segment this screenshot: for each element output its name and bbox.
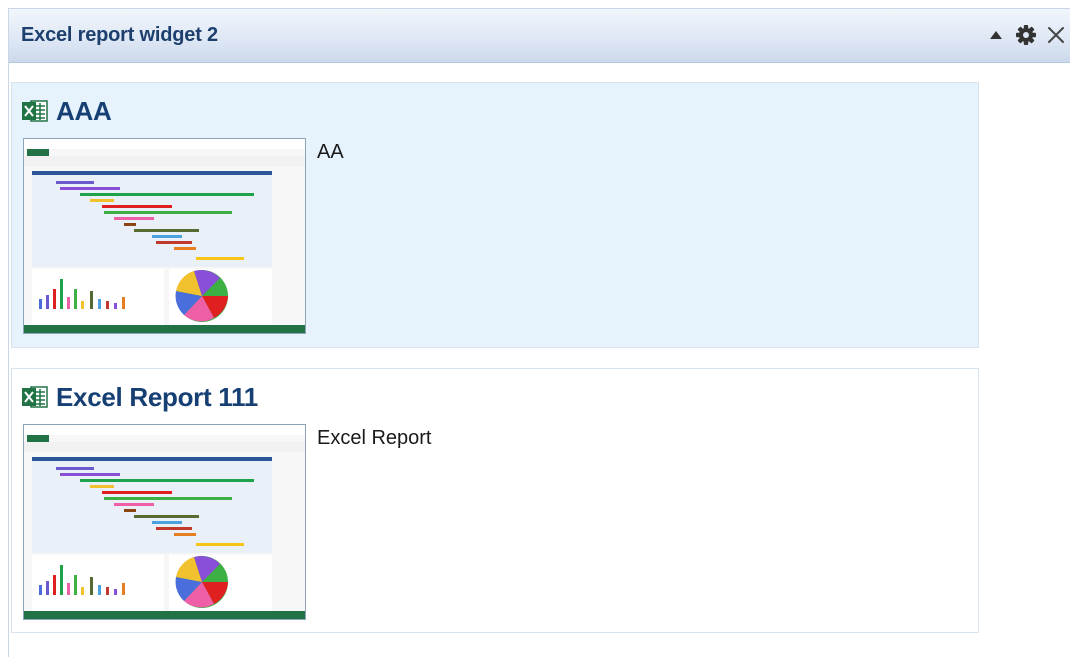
report-description: Excel Report: [317, 427, 432, 449]
triangle-up-icon: [990, 31, 1002, 39]
excel-file-icon: [22, 386, 48, 408]
spreadsheet-preview-image: [24, 425, 305, 619]
close-icon: [1048, 27, 1064, 43]
spreadsheet-preview-thumbnail[interactable]: [23, 138, 306, 334]
close-button[interactable]: [1044, 23, 1068, 47]
gear-icon: [1016, 25, 1036, 45]
widget-title: Excel report widget 2: [21, 24, 218, 46]
header-controls: [978, 23, 1068, 47]
report-title-row: AAA: [22, 95, 112, 127]
report-title-row: Excel Report 111: [22, 381, 258, 413]
settings-button[interactable]: [1014, 23, 1038, 47]
report-card: AAA AA: [11, 82, 979, 348]
collapse-button[interactable]: [984, 23, 1008, 47]
spreadsheet-preview-image: [24, 139, 305, 333]
widget-header[interactable]: Excel report widget 2: [9, 9, 1070, 63]
excel-file-icon: [22, 100, 48, 122]
spreadsheet-preview-thumbnail[interactable]: [23, 424, 306, 620]
report-card: Excel Report 111 Excel Report: [11, 368, 979, 633]
report-title-link[interactable]: Excel Report 111: [56, 382, 258, 413]
report-title-link[interactable]: AAA: [56, 96, 112, 127]
report-description: AA: [317, 141, 344, 163]
excel-report-widget: Excel report widget 2 AAA AA Excel Repor…: [8, 8, 1070, 657]
